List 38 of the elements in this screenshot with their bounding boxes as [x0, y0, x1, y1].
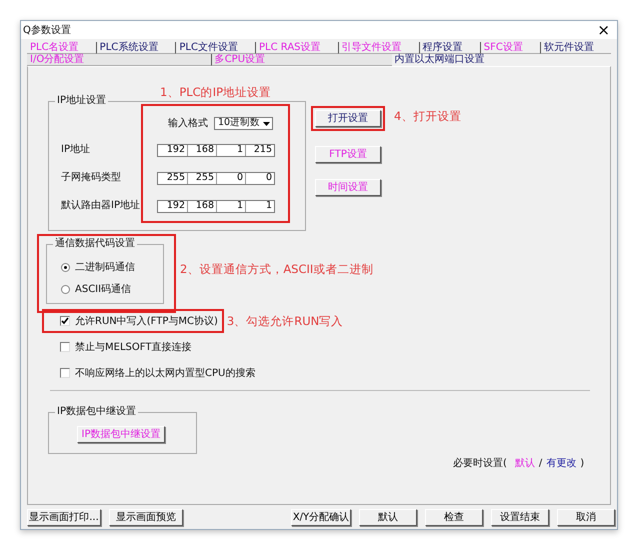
- format-dropdown[interactable]: 10进制数: [214, 117, 273, 130]
- note-text: ): [580, 457, 584, 471]
- window-title: Q参数设置: [23, 24, 71, 38]
- annotation-text: 2、设置通信方式，ASCII或者二进制: [180, 262, 374, 276]
- dialog-button[interactable]: X/Y分配确认: [291, 509, 351, 526]
- checkbox[interactable]: [60, 316, 70, 326]
- option-label: ASCII码通信: [75, 282, 132, 296]
- separator-text: /: [538, 457, 542, 471]
- close-button[interactable]: ×: [594, 22, 613, 38]
- checkbox[interactable]: [60, 368, 70, 378]
- dialog-button[interactable]: 检查: [425, 509, 483, 526]
- checkmark-icon: [61, 317, 69, 325]
- group-title: IP数据包中继设置: [55, 406, 138, 418]
- dropdown-arrow-icon: [262, 119, 271, 128]
- field-label: 子网掩码类型: [61, 170, 122, 184]
- annotation-text: 3、勾选允许RUN写入: [226, 314, 344, 328]
- checkbox-label: 禁止与MELSOFT直接连接: [75, 340, 192, 354]
- field-label: 输入格式: [168, 116, 208, 131]
- dialog-button[interactable]: 设置结束: [491, 509, 549, 526]
- option-label: 二进制码通信: [75, 260, 135, 274]
- radio-button[interactable]: [61, 284, 70, 294]
- checkbox[interactable]: [60, 342, 70, 352]
- note-text: 必要时设置(: [453, 456, 507, 471]
- annotation-text: 4、打开设置: [394, 109, 462, 123]
- dialog-button[interactable]: 默认: [359, 509, 417, 526]
- radio-button[interactable]: [61, 262, 70, 272]
- group-title: IP地址设置: [55, 95, 108, 107]
- settings-button[interactable]: 打开设置: [315, 110, 381, 127]
- changed-link[interactable]: 有更改: [546, 456, 576, 471]
- dialog-button[interactable]: 取消: [557, 509, 615, 526]
- checkbox-label: 允许RUN中写入(FTP与MC协议): [75, 314, 218, 328]
- group-title: 通信数据代码设置: [53, 238, 137, 250]
- field-label: 默认路由器IP地址: [61, 198, 141, 212]
- annotation-text: 1、PLC的IP地址设置: [160, 85, 272, 99]
- field-label: IP地址: [61, 142, 91, 156]
- dialog-button[interactable]: 显示画面打印...: [27, 509, 101, 526]
- dialog-button[interactable]: 显示画面预览: [109, 509, 183, 526]
- checkbox-label: 不响应网络上的以太网内置型CPU的搜索: [75, 366, 256, 380]
